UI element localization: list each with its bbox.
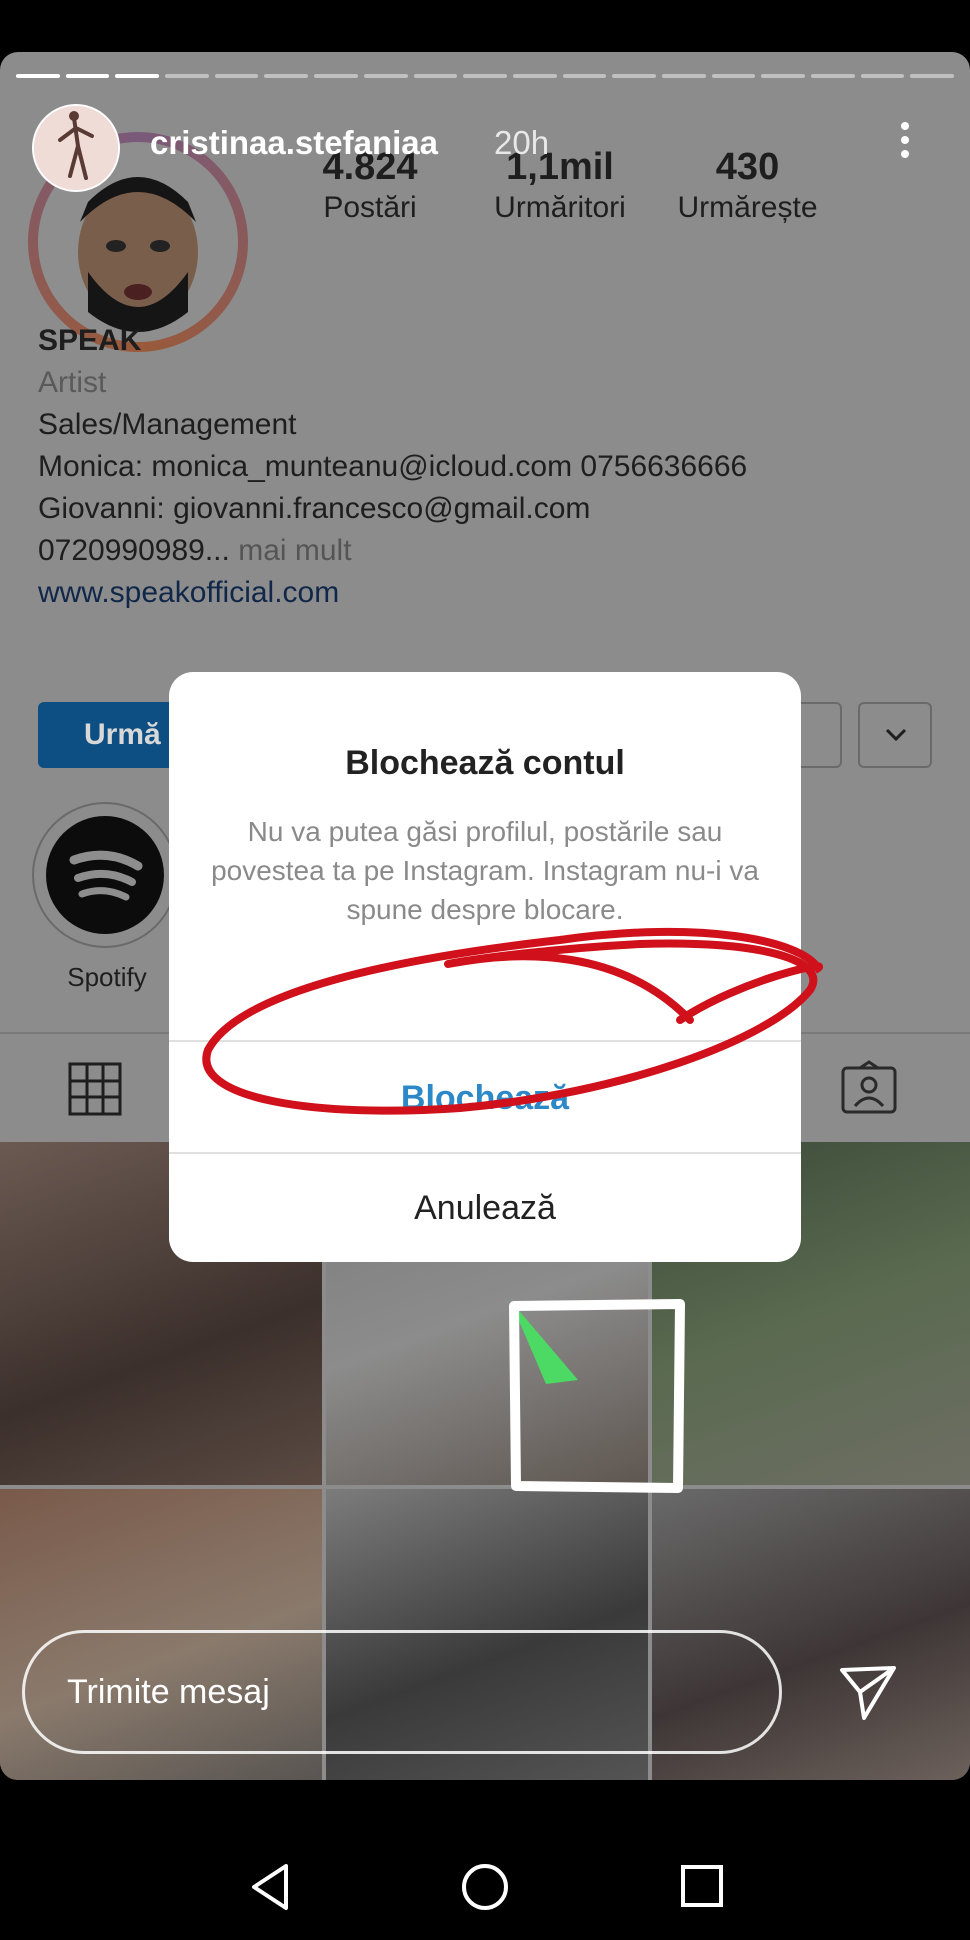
story-viewer: 4.824 Postări 1,1mil Urmăritori 430 Urmă… <box>0 52 970 1780</box>
story-progress-segment <box>811 74 855 78</box>
profile-name: SPEAK <box>38 324 142 357</box>
highlight-label: Spotify <box>67 962 147 992</box>
bio-line-last: 0720990989... mai mult <box>38 530 747 572</box>
story-header: cristinaa.stefaniaa 20h <box>0 100 970 192</box>
android-navigation-bar <box>0 1780 970 1940</box>
story-progress-segment <box>910 74 955 78</box>
story-progress-segment <box>612 74 656 78</box>
home-icon[interactable] <box>460 1862 510 1912</box>
suggestions-dropdown-button[interactable] <box>858 702 932 768</box>
story-timestamp: 20h <box>494 124 550 161</box>
bio-line: 0720990989... <box>38 534 230 567</box>
stat-following-label: Urmărește <box>677 191 818 224</box>
story-progress-segment <box>661 74 706 78</box>
cancel-button[interactable]: Anulează <box>169 1154 801 1262</box>
more-options-icon[interactable] <box>895 122 915 172</box>
story-progress-segment <box>314 74 358 78</box>
story-progress-segment <box>264 74 309 78</box>
bio-line: Monica: monica_munteanu@icloud.com 07566… <box>38 450 748 483</box>
story-progress-segment <box>711 74 756 78</box>
highlight-circle <box>32 802 178 948</box>
story-avatar[interactable] <box>32 104 120 192</box>
stat-followers-label: Urmăritori <box>494 191 626 224</box>
dialog-message: Nu va putea găsi profilul, postările sau… <box>211 816 759 925</box>
send-icon[interactable] <box>838 1662 898 1722</box>
more-link[interactable]: mai mult <box>238 534 351 567</box>
chevron-down-icon <box>885 728 907 742</box>
reply-placeholder: Trimite mesaj <box>67 1673 270 1711</box>
story-progress-segment <box>165 74 209 78</box>
stat-posts-label: Postări <box>323 191 417 224</box>
story-progress-segment <box>214 74 259 78</box>
website-link[interactable]: www.speakofficial.com <box>38 572 747 614</box>
tagged-icon[interactable] <box>840 1060 898 1114</box>
story-progress-segment <box>860 74 905 78</box>
story-progress-segment <box>512 74 557 78</box>
story-progress-segment <box>562 74 607 78</box>
story-progress-segment <box>65 74 110 78</box>
story-progress-segment <box>761 74 805 78</box>
dialog-title: Blochează contul <box>345 744 625 782</box>
story-progress <box>16 74 955 79</box>
story-progress-segment <box>413 74 458 78</box>
divider <box>169 1040 801 1042</box>
block-account-dialog: Blochează contul Nu va putea găsi profil… <box>169 672 801 1262</box>
story-progress-segment <box>16 74 60 78</box>
block-button[interactable]: Blochează <box>169 1044 801 1152</box>
reply-input[interactable]: Trimite mesaj <box>22 1630 782 1754</box>
grid-icon[interactable] <box>68 1062 122 1116</box>
story-progress-segment <box>463 74 507 78</box>
bio-line: Giovanni: giovanni.francesco@gmail.com <box>38 492 591 525</box>
story-progress-segment <box>115 74 160 78</box>
story-username[interactable]: cristinaa.stefaniaa <box>150 124 438 162</box>
highlight-spotify[interactable]: Spotify <box>32 802 182 993</box>
back-icon[interactable] <box>248 1862 292 1912</box>
bio-line: Sales/Management <box>38 408 297 441</box>
recent-apps-icon[interactable] <box>680 1864 724 1908</box>
spotify-icon <box>46 816 164 934</box>
profile-category: Artist <box>38 366 107 399</box>
profile-bio: SPEAK Artist Sales/Management Monica: mo… <box>38 320 747 614</box>
story-progress-segment <box>363 74 408 78</box>
